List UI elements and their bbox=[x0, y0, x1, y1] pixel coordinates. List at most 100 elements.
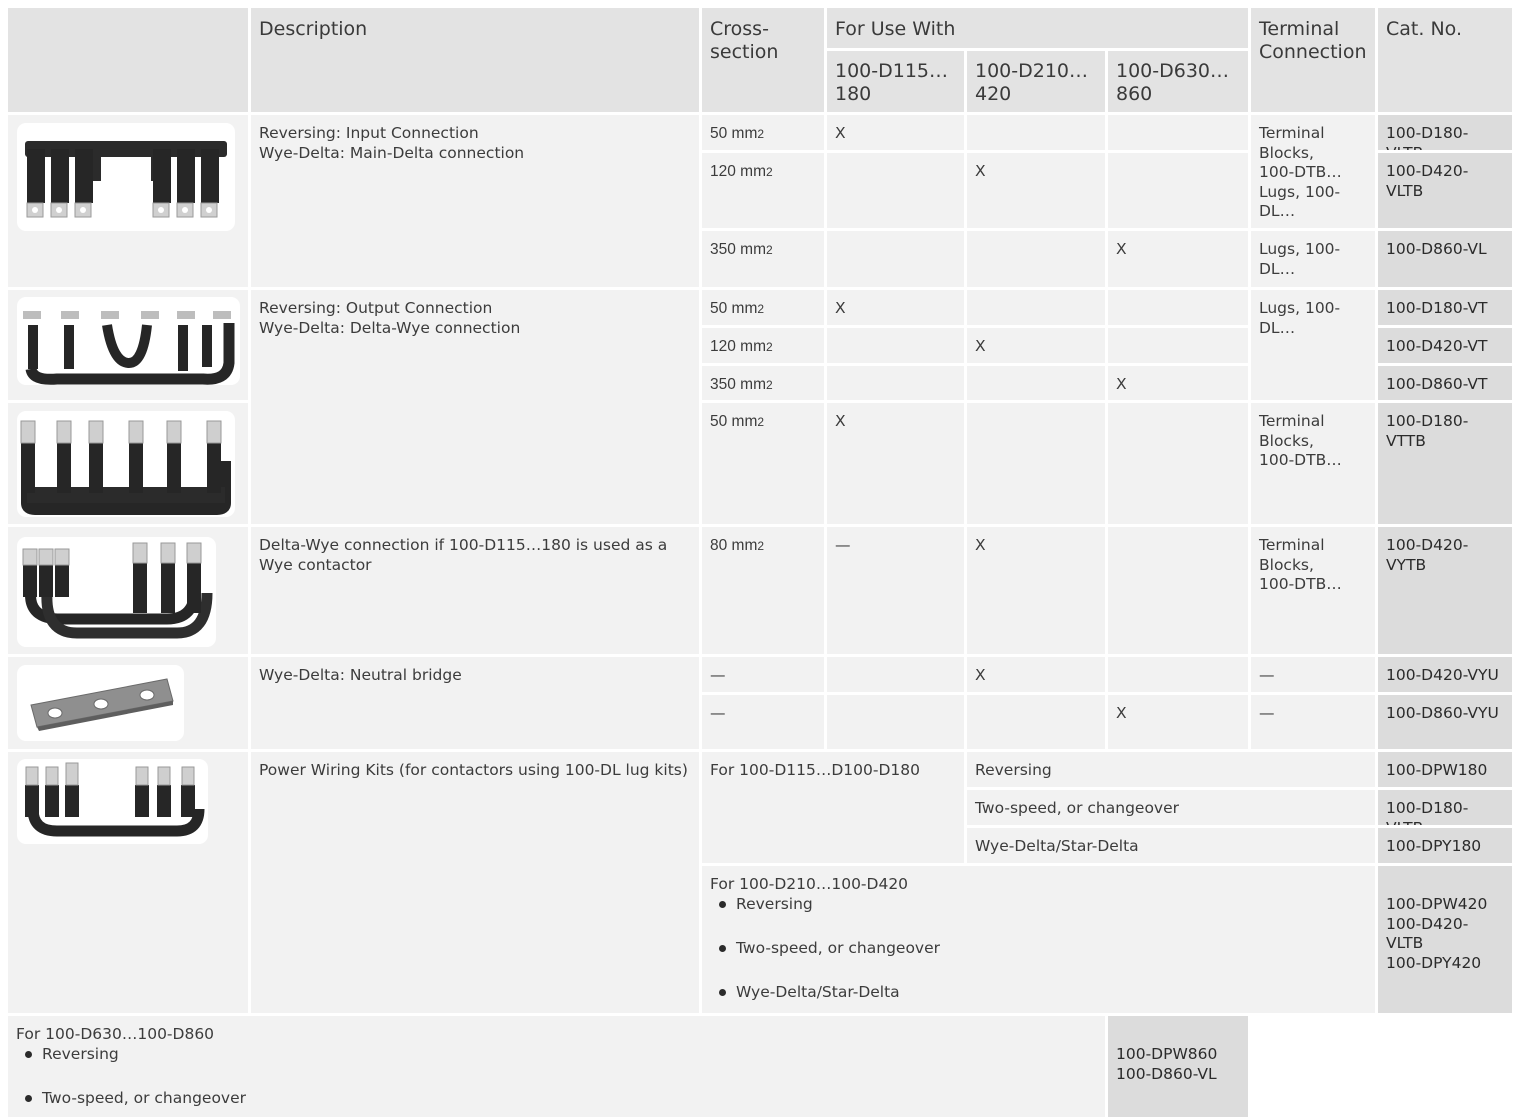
cross-section-cell: 80 mm2 bbox=[702, 527, 824, 654]
kit-type-cell: Wye-Delta/Star-Delta bbox=[967, 828, 1375, 863]
cross-section-cell: 50 mm2 bbox=[702, 115, 824, 150]
kit-type-item: Two-speed, or changeover bbox=[719, 939, 1367, 959]
description-cell: Delta-Wye connection if 100-D115…180 is … bbox=[251, 527, 699, 654]
use-d115-cell bbox=[827, 328, 964, 363]
power-wiring-kit-image bbox=[17, 759, 208, 844]
header-col-d630: 100-D630… 860 bbox=[1108, 51, 1248, 112]
terminal-connection-cell: Lugs, 100- DL… bbox=[1251, 231, 1375, 287]
header-cross-section: Cross- section bbox=[702, 8, 824, 112]
header-cat-no: Cat. No. bbox=[1378, 8, 1512, 112]
use-d630-cell bbox=[1108, 115, 1248, 150]
cross-section-cell: 350 mm2 bbox=[702, 366, 824, 400]
header-description: Description bbox=[251, 8, 699, 112]
kit-type-item: Reversing bbox=[719, 895, 1367, 915]
use-d115-cell: — bbox=[827, 527, 964, 654]
cat-no-cell: 100-D860-VL bbox=[1378, 231, 1512, 287]
description-cell: Wye-Delta: Neutral bridge bbox=[251, 657, 699, 749]
terminal-connection-cell: — bbox=[1251, 695, 1375, 749]
description-line: Reversing: Input Connection bbox=[259, 124, 479, 142]
image-cell bbox=[8, 657, 248, 749]
use-d630-cell bbox=[1108, 153, 1248, 228]
cat-no-cell: 100-D420-VYTB bbox=[1378, 527, 1512, 654]
kit-type-item: Wye-Delta/Star-Delta bbox=[719, 983, 1367, 1003]
description-line: Reversing: Output Connection bbox=[259, 299, 493, 317]
output-connection-wiring-image bbox=[17, 297, 240, 385]
header-col-d210: 100-D210… 420 bbox=[967, 51, 1105, 112]
terminal-block-wiring-image bbox=[17, 411, 235, 517]
kit-range-label: For 100-D630…100-D860 bbox=[16, 1025, 215, 1043]
use-d210-cell bbox=[967, 403, 1105, 524]
description-cell: Power Wiring Kits (for contactors using … bbox=[251, 752, 699, 1013]
use-d630-cell bbox=[1108, 527, 1248, 654]
kit-type-item: Two-speed, or changeover bbox=[25, 1089, 1097, 1109]
cat-no-cell: 100-D180-VT bbox=[1378, 290, 1512, 325]
kit-type-list: Reversing Two-speed, or changeover Wye-D… bbox=[710, 895, 1367, 1003]
cat-no-cell: 100-D420-VYU bbox=[1378, 657, 1512, 692]
use-d630-cell bbox=[1108, 403, 1248, 524]
use-d210-cell bbox=[967, 231, 1105, 287]
cat-no-cell: 100-D180-VLTB bbox=[1378, 790, 1512, 825]
use-d210-cell bbox=[967, 366, 1105, 400]
terminal-connection-cell: — bbox=[1251, 657, 1375, 692]
kit-type-cell: Two-speed, or changeover bbox=[967, 790, 1375, 825]
use-d210-cell bbox=[967, 115, 1105, 150]
use-d115-cell bbox=[827, 695, 964, 749]
use-d630-cell bbox=[1108, 657, 1248, 692]
description-cell: Reversing: Input Connection Wye-Delta: M… bbox=[251, 115, 699, 287]
header-col-d115: 100-D115… 180 bbox=[827, 51, 964, 112]
cat-no-cell: 100-D180-VLTB bbox=[1378, 115, 1512, 150]
delta-wye-wiring-image bbox=[17, 537, 216, 647]
use-d115-cell: X bbox=[827, 403, 964, 524]
use-d115-cell bbox=[827, 657, 964, 692]
use-d115-cell bbox=[827, 231, 964, 287]
terminal-connection-cell: Lugs, 100- DL… bbox=[1251, 290, 1375, 400]
terminal-connection-cell: Terminal Blocks, 100-DTB… Lugs, 100- DL… bbox=[1251, 115, 1375, 228]
use-d630-cell: X bbox=[1108, 695, 1248, 749]
use-d210-cell: X bbox=[967, 527, 1105, 654]
kit-type-item: Reversing bbox=[25, 1045, 1097, 1065]
use-d210-cell: X bbox=[967, 657, 1105, 692]
use-d115-cell: X bbox=[827, 115, 964, 150]
cat-no-cell: 100-DPW420 100-D420-VLTB 100-DPY420 bbox=[1378, 866, 1512, 1013]
cross-section-cell: — bbox=[702, 695, 824, 749]
use-d210-cell: X bbox=[967, 153, 1105, 228]
cat-no-cell: 100-D180-VTTB bbox=[1378, 403, 1512, 524]
input-connection-wiring-image bbox=[17, 123, 235, 231]
cat-no-cell: 100-DPY180 bbox=[1378, 828, 1512, 863]
cat-no-cell: 100-D420-VLTB bbox=[1378, 153, 1512, 228]
terminal-connection-cell: Terminal Blocks, 100-DTB… bbox=[1251, 527, 1375, 654]
header-terminal-connection: Terminal Connection bbox=[1251, 8, 1375, 112]
image-cell bbox=[8, 527, 248, 654]
kit-type-list: Reversing Two-speed, or changeover bbox=[16, 1045, 1097, 1109]
image-cell bbox=[8, 290, 248, 400]
kit-range-cell: For 100-D115…D100-D180 bbox=[702, 752, 964, 863]
use-d210-cell: X bbox=[967, 328, 1105, 363]
use-d115-cell bbox=[827, 153, 964, 228]
use-d630-cell: X bbox=[1108, 366, 1248, 400]
kit-range-label: For 100-D210…100-D420 bbox=[710, 875, 909, 893]
cat-no-cell: 100-D420-VT bbox=[1378, 328, 1512, 363]
image-cell bbox=[8, 403, 248, 524]
header-for-use-with: For Use With bbox=[827, 8, 1248, 48]
terminal-connection-cell: Terminal Blocks, 100-DTB… bbox=[1251, 403, 1375, 524]
header-image-column bbox=[8, 8, 248, 112]
description-line: Wye-Delta: Main-Delta connection bbox=[259, 143, 525, 162]
use-d210-cell bbox=[967, 290, 1105, 325]
neutral-bridge-image bbox=[17, 665, 184, 741]
cross-section-cell: 120 mm2 bbox=[702, 328, 824, 363]
kit-type-cell: Reversing bbox=[967, 752, 1375, 787]
use-d115-cell bbox=[827, 366, 964, 400]
cross-section-cell: 120 mm2 bbox=[702, 153, 824, 228]
cat-no-cell: 100-D860-VT bbox=[1378, 366, 1512, 400]
kit-range-cell: For 100-D210…100-D420 Reversing Two-spee… bbox=[702, 866, 1375, 1013]
kit-range-cell: For 100-D630…100-D860 Reversing Two-spee… bbox=[8, 1016, 1105, 1117]
description-cell: Reversing: Output Connection Wye-Delta: … bbox=[251, 290, 699, 524]
use-d115-cell: X bbox=[827, 290, 964, 325]
cross-section-cell: 50 mm2 bbox=[702, 403, 824, 524]
wiring-accessories-table: Description Cross- section For Use With … bbox=[8, 8, 1512, 1117]
image-cell bbox=[8, 115, 248, 287]
cat-no-cell: 100-DPW180 bbox=[1378, 752, 1512, 787]
use-d630-cell bbox=[1108, 328, 1248, 363]
description-line: Wye-Delta: Delta-Wye connection bbox=[259, 318, 521, 337]
cross-section-cell: 350 mm2 bbox=[702, 231, 824, 287]
